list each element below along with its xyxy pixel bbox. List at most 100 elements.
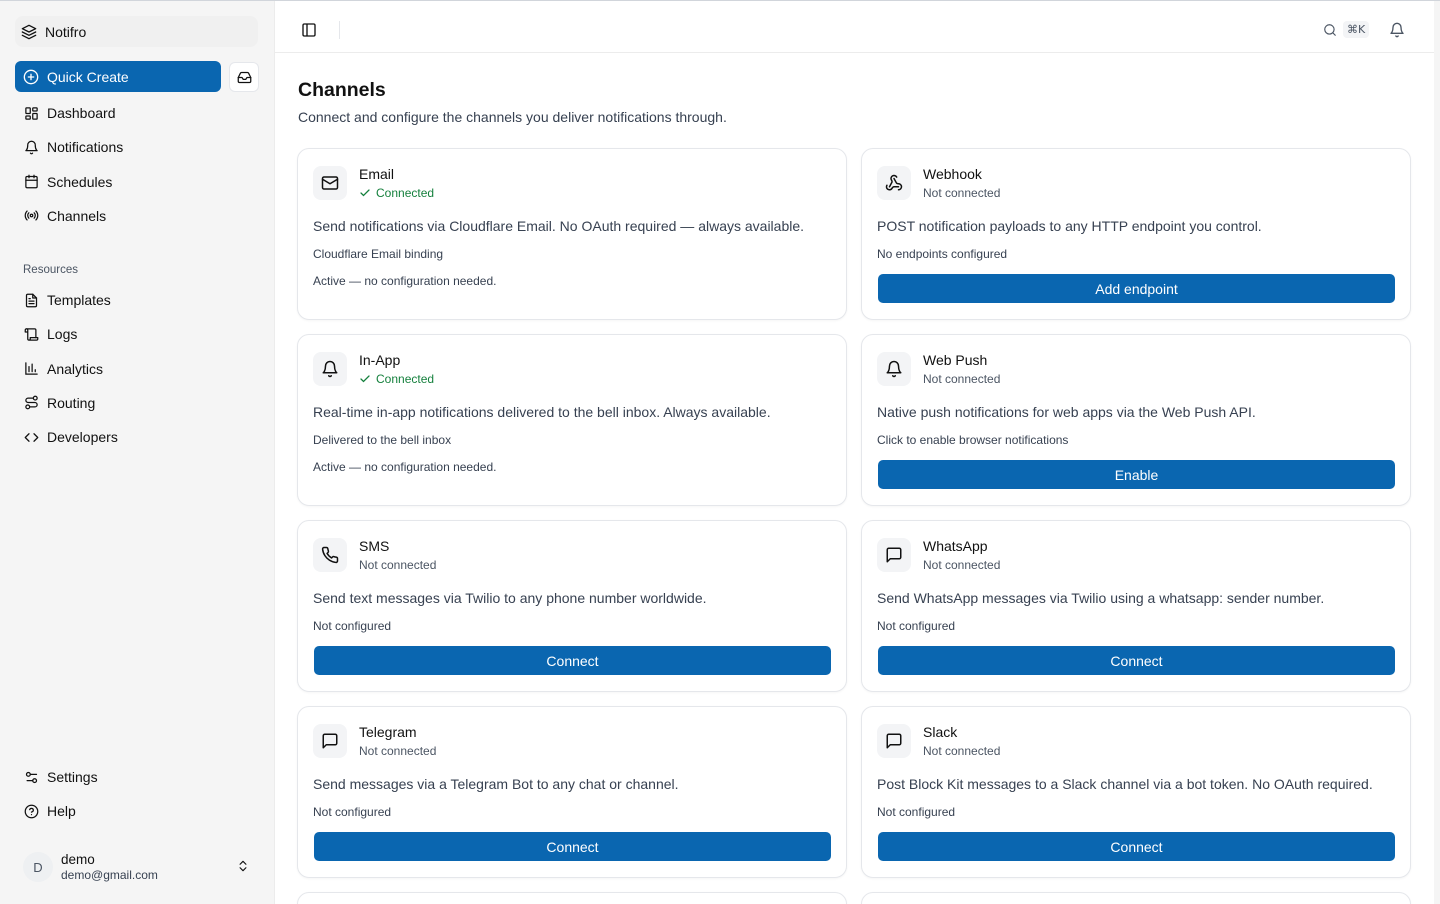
sidebar-item-routing[interactable]: Routing	[15, 388, 258, 418]
channel-description: Real-time in-app notifications delivered…	[313, 404, 771, 420]
help-icon	[23, 803, 39, 819]
resources-nav: Templates Logs Analytics Routing Develop…	[15, 285, 258, 456]
channel-description: Native push notifications for web apps v…	[877, 404, 1256, 420]
channel-meta: No endpoints configured	[877, 247, 1008, 261]
notification-bell-icon[interactable]	[1389, 22, 1405, 38]
sidebar-item-label: Developers	[47, 429, 118, 446]
sidebar-item-logs[interactable]: Logs	[15, 319, 258, 349]
phone-icon	[313, 538, 347, 572]
user-name: demo	[61, 851, 95, 867]
mail-icon	[313, 166, 347, 200]
channel-status: Not connected	[923, 558, 1001, 572]
channel-meta: Not configured	[313, 619, 392, 633]
channel-title: Webhook	[923, 166, 982, 182]
sidebar-item-templates[interactable]: Templates	[15, 285, 258, 315]
channel-description: Post Block Kit messages to a Slack chann…	[877, 776, 1373, 792]
channel-card-web-push: Web Push Not connected Native push notif…	[861, 334, 1411, 506]
inbox-icon	[237, 70, 252, 85]
main-nav: Dashboard Notifications Schedules Channe…	[15, 98, 258, 235]
sidebar-item-developers[interactable]: Developers	[15, 422, 258, 452]
check-icon	[359, 187, 371, 199]
enable-button[interactable]: Enable	[878, 460, 1395, 489]
user-menu[interactable]: D demo demo@gmail.com	[15, 844, 258, 890]
chevrons-up-down-icon	[236, 858, 250, 874]
sidebar-item-schedules[interactable]: Schedules	[15, 167, 258, 197]
connect-button[interactable]: Connect	[878, 832, 1395, 861]
main-content: ⌘K Channels Connect and configure the ch…	[274, 1, 1434, 904]
channel-card-email: Email Connected Send notifications via C…	[297, 148, 847, 320]
bell-icon	[877, 352, 911, 386]
sidebar-item-label: Channels	[47, 207, 107, 224]
check-icon	[359, 373, 371, 385]
channel-card-partial	[297, 892, 847, 904]
sidebar-item-label: Help	[47, 803, 76, 820]
message-square-icon	[877, 724, 911, 758]
channel-card-whatsapp: WhatsApp Not connected Send WhatsApp mes…	[861, 520, 1411, 692]
channel-card-webhook: Webhook Not connected POST notification …	[861, 148, 1411, 320]
file-text-icon	[23, 292, 39, 308]
channel-description: Send text messages via Twilio to any pho…	[313, 590, 707, 606]
channel-status: Connected	[359, 372, 434, 386]
code-icon	[23, 429, 39, 445]
channel-card-telegram: Telegram Not connected Send messages via…	[297, 706, 847, 878]
channel-title: Email	[359, 166, 395, 182]
channel-status: Not connected	[359, 558, 437, 572]
sidebar-item-channels[interactable]: Channels	[15, 201, 258, 231]
footer-nav: Settings Help	[15, 762, 258, 831]
sidebar-item-label: Settings	[47, 769, 98, 785]
channel-meta: Cloudflare Email binding	[313, 247, 444, 261]
sidebar-item-label: Analytics	[47, 360, 104, 377]
sidebar-item-label: Dashboard	[47, 105, 116, 121]
channel-title: SMS	[359, 538, 390, 554]
sidebar-item-help[interactable]: Help	[15, 796, 258, 826]
bell-icon	[23, 139, 39, 155]
search-trigger[interactable]: ⌘K	[1323, 21, 1370, 38]
scroll-icon	[23, 326, 39, 342]
sidebar-item-label: Notifications	[47, 139, 124, 156]
avatar: D	[23, 852, 53, 882]
settings-icon	[23, 769, 39, 785]
channel-title: In-App	[359, 352, 401, 368]
channel-card-slack: Slack Not connected Post Block Kit messa…	[861, 706, 1411, 878]
sidebar-item-label: Templates	[47, 292, 111, 308]
top-bar: ⌘K	[275, 1, 1434, 53]
sidebar-toggle-icon[interactable]	[301, 22, 317, 38]
channel-meta: Click to enable browser notifications	[877, 433, 1069, 447]
channel-title: WhatsApp	[923, 538, 988, 554]
quick-create-label: Quick Create	[47, 68, 129, 85]
channel-title: Slack	[923, 724, 958, 740]
channel-description: POST notification payloads to any HTTP e…	[877, 218, 1262, 234]
layers-icon	[21, 24, 37, 40]
resources-section-label: Resources	[23, 264, 78, 276]
channel-note: Active — no configuration needed.	[313, 460, 497, 474]
app-name: Notifro	[45, 23, 87, 40]
bar-chart-icon	[23, 361, 39, 377]
message-square-icon	[313, 724, 347, 758]
search-icon	[1323, 23, 1337, 37]
sidebar-item-dashboard[interactable]: Dashboard	[15, 98, 258, 128]
channel-card-in-app: In-App Connected Real-time in-app notifi…	[297, 334, 847, 506]
add-endpoint-button[interactable]: Add endpoint	[878, 274, 1395, 303]
sidebar-item-label: Logs	[47, 326, 78, 343]
channel-card-partial	[861, 892, 1411, 904]
user-email: demo@gmail.com	[61, 867, 158, 882]
connect-button[interactable]: Connect	[878, 646, 1395, 675]
webhook-icon	[877, 166, 911, 200]
connect-button[interactable]: Connect	[314, 832, 831, 861]
channel-status-label: Connected	[376, 186, 435, 200]
channel-status: Connected	[359, 186, 434, 200]
page-subtitle: Connect and configure the channels you d…	[298, 109, 727, 125]
sidebar-item-analytics[interactable]: Analytics	[15, 354, 258, 384]
sidebar-item-notifications[interactable]: Notifications	[15, 132, 258, 162]
channel-title: Telegram	[359, 724, 417, 740]
channel-status: Not connected	[923, 372, 1001, 386]
quick-create-button[interactable]: Quick Create	[15, 61, 221, 92]
brand-switcher[interactable]: Notifro	[15, 16, 258, 47]
plus-circle-icon	[23, 69, 39, 85]
inbox-button[interactable]	[229, 62, 259, 92]
dashboard-icon	[23, 105, 39, 121]
sidebar-item-settings[interactable]: Settings	[15, 762, 258, 792]
channel-description: Send WhatsApp messages via Twilio using …	[877, 590, 1325, 606]
connect-button[interactable]: Connect	[314, 646, 831, 675]
message-square-icon	[877, 538, 911, 572]
